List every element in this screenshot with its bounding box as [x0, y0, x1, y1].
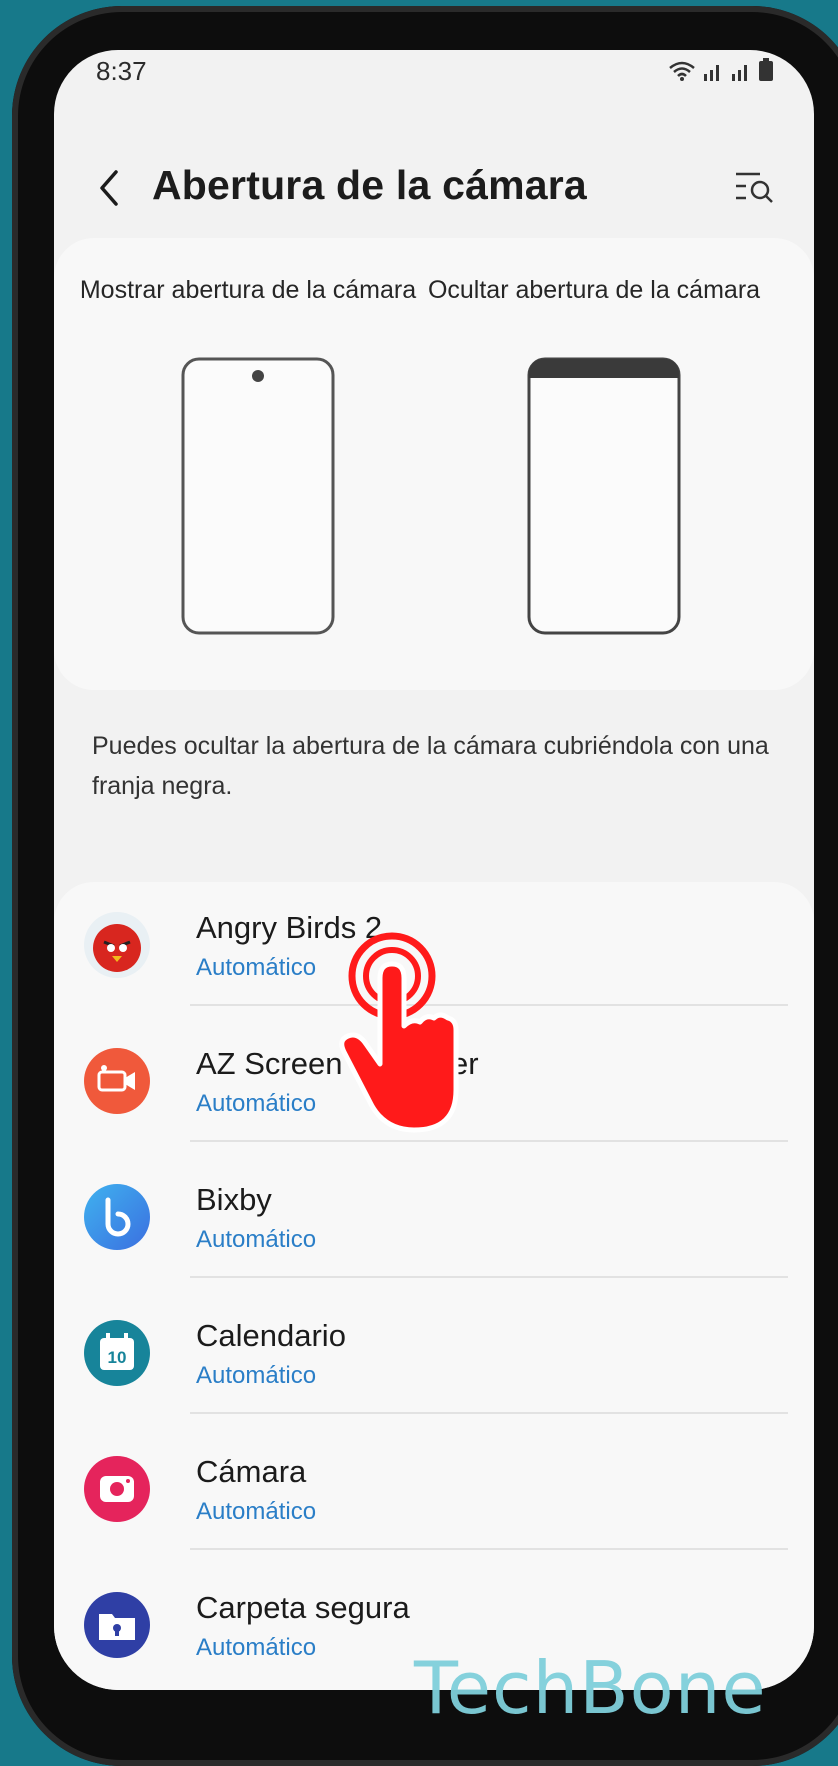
list-item-angry-birds[interactable]: Angry Birds 2 Automático — [54, 882, 814, 1006]
app-status: Automático — [196, 954, 317, 981]
list-item-bixby[interactable]: Bixby Automático — [54, 1154, 814, 1278]
status-bar: 8:37 — [54, 50, 814, 110]
divider — [190, 1412, 788, 1414]
show-cutout-label: Mostrar abertura de la cámara — [79, 276, 417, 304]
app-status: Automático — [196, 1498, 317, 1525]
wifi-icon — [669, 61, 695, 81]
list-item-az-screen-recorder[interactable]: AZ Screen Recorder Automático — [54, 1018, 814, 1142]
header: Abertura de la cámara — [54, 150, 814, 230]
app-status: Automático — [196, 1226, 317, 1253]
signal-icon — [704, 65, 719, 81]
divider — [190, 1140, 788, 1142]
page-title: Abertura de la cámara — [152, 162, 587, 208]
divider — [190, 1276, 788, 1278]
app-status: Automático — [196, 1090, 317, 1117]
app-status: Automático — [196, 1362, 317, 1389]
preview-card: Mostrar abertura de la cámara Ocultar ab… — [54, 238, 814, 690]
status-icons — [668, 58, 774, 82]
hide-cutout-label: Ocultar abertura de la cámara — [427, 276, 761, 304]
app-name: Bixby — [196, 1182, 272, 1217]
hide-cutout-option[interactable]: Ocultar abertura de la cámara — [424, 274, 764, 307]
show-cutout-option[interactable]: Mostrar abertura de la cámara — [78, 274, 418, 307]
app-status: Automático — [196, 1634, 317, 1661]
description-text: Puedes ocultar la abertura de la cámara … — [92, 732, 769, 800]
app-name: AZ Screen Recorder — [196, 1046, 479, 1081]
bixby-icon — [84, 1184, 150, 1250]
app-name: Calendario — [196, 1318, 346, 1353]
app-list: Angry Birds 2 Automático AZ Screen Recor… — [54, 882, 814, 1690]
secure-folder-icon — [84, 1592, 150, 1658]
app-name: Angry Birds 2 — [196, 910, 383, 945]
app-name: Carpeta segura — [196, 1590, 410, 1625]
divider — [190, 1548, 788, 1550]
search-settings-icon[interactable] — [732, 164, 778, 210]
phone-with-cutout-illustration[interactable] — [180, 356, 336, 636]
calendar-day: 10 — [108, 1348, 127, 1367]
calendar-icon: 10 — [84, 1320, 150, 1386]
signal-icon-2 — [732, 65, 747, 81]
battery-icon — [759, 58, 773, 81]
techbone-watermark: TechBone — [414, 1646, 767, 1730]
az-screen-recorder-icon — [84, 1048, 150, 1114]
status-time: 8:37 — [96, 56, 147, 86]
angry-birds-icon — [84, 912, 150, 978]
phone-hidden-cutout-illustration[interactable] — [526, 356, 682, 636]
divider — [190, 1004, 788, 1006]
app-name: Cámara — [196, 1454, 307, 1489]
back-icon[interactable] — [88, 160, 132, 216]
camera-icon — [84, 1456, 150, 1522]
screen: 8:37 Abertura de la cámara Mostrar abert… — [54, 50, 814, 1690]
list-item-camara[interactable]: Cámara Automático — [54, 1426, 814, 1550]
list-item-calendario[interactable]: 10 Calendario Automático — [54, 1290, 814, 1414]
